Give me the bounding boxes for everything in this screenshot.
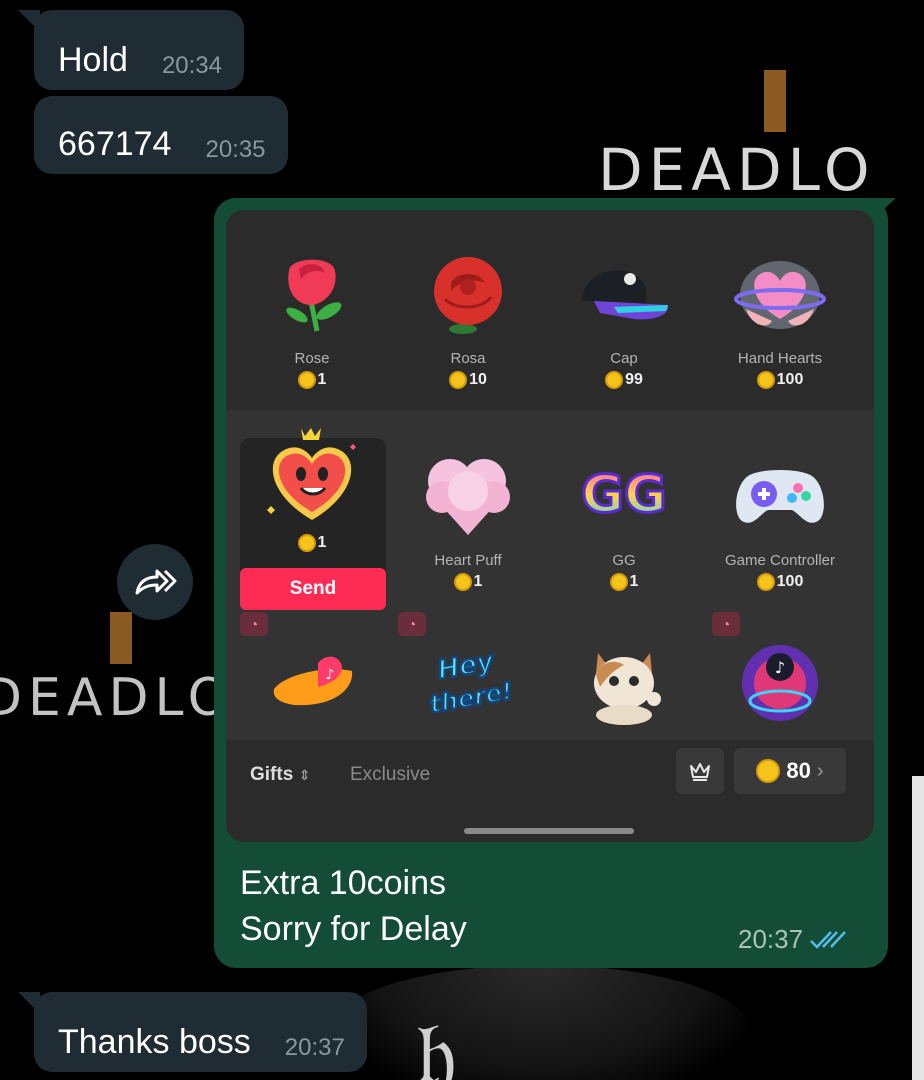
gift-hand-hearts[interactable]: Hand Hearts 100: [702, 244, 858, 394]
gift-rose[interactable]: Rose 1: [234, 244, 390, 394]
gift-row3-3[interactable]: [546, 630, 702, 730]
coin-balance: 80: [786, 758, 811, 783]
incoming-message[interactable]: Hold 20:34: [34, 10, 244, 90]
wallpaper-logo: DEADLO: [598, 136, 876, 204]
gift-panel-bottom-bar: Gifts ⇕ Exclusive 80 ›: [226, 740, 874, 818]
coin-icon: [756, 759, 781, 783]
rosa-icon: [434, 257, 502, 334]
gift-name: GG: [612, 552, 636, 569]
wallpaper-bar: [110, 612, 132, 664]
hand-hearts-icon: [734, 261, 826, 329]
message-caption: Extra 10coins Sorry for Delay: [240, 860, 467, 952]
gift-price: 1: [297, 534, 326, 552]
cap-icon: [582, 270, 669, 320]
gift-name: Cap: [610, 350, 638, 367]
send-button[interactable]: Send: [240, 568, 386, 610]
coin-balance-button[interactable]: 80 ›: [734, 748, 846, 794]
caption-line: Extra 10coins: [240, 864, 446, 902]
tab-gifts[interactable]: Gifts ⇕: [250, 764, 310, 786]
gift-row3-1[interactable]: ♪: [234, 630, 390, 730]
gift-rosa[interactable]: Rosa 10: [390, 244, 546, 394]
gift-price: 1: [453, 573, 482, 591]
message-meta: 20:37: [738, 924, 847, 955]
heart-puff-icon: [426, 459, 510, 535]
wallpaper-bar: [764, 70, 786, 132]
drag-handle[interactable]: [464, 828, 634, 834]
caption-line: Sorry for Delay: [240, 910, 467, 948]
wallpaper-edge: [912, 776, 924, 1080]
gift-name: Heart Puff: [434, 552, 502, 569]
incoming-message[interactable]: Thanks boss 20:37: [34, 992, 367, 1072]
gift-price: 10: [449, 371, 487, 389]
outgoing-message[interactable]: Rose 1 Rosa 10 Cap 99 Hand Hearts 100 1 …: [214, 198, 888, 968]
gift-price: 99: [605, 371, 643, 389]
gift-game-controller[interactable]: Game Controller 100: [702, 446, 858, 596]
gift-row3-2[interactable]: Hey there!: [390, 630, 546, 730]
rose-icon: [286, 259, 342, 332]
gift-cap[interactable]: Cap 99: [546, 244, 702, 394]
forward-button[interactable]: [117, 544, 193, 620]
double-check-icon: [810, 930, 846, 949]
gift-heart-me[interactable]: 1: [234, 422, 390, 557]
message-time: 20:37: [284, 1034, 345, 1061]
coin-icon: [297, 534, 316, 552]
gift-name: Rose: [294, 350, 330, 367]
coin-icon: [609, 573, 628, 591]
tiktok-disco-icon: ♪: [742, 645, 818, 721]
tab-exclusive[interactable]: Exclusive: [350, 764, 430, 786]
gift-panel-screenshot[interactable]: Rose 1 Rosa 10 Cap 99 Hand Hearts 100 1 …: [226, 210, 874, 842]
gift-row3-4[interactable]: ♪: [702, 630, 858, 730]
coin-icon: [453, 573, 472, 591]
gift-gg[interactable]: GG GG 1: [546, 446, 702, 596]
gift-price: 100: [756, 573, 803, 591]
gift-name: Rosa: [450, 350, 486, 367]
sort-icon: ⇕: [298, 767, 311, 783]
message-text: Thanks boss: [58, 1023, 251, 1061]
gift-price: 100: [756, 371, 803, 389]
chevron-right-icon: ›: [816, 759, 824, 782]
message-text: Hold: [58, 41, 128, 79]
hey-there-icon: Hey there!: [426, 645, 516, 720]
gift-name: Game Controller: [724, 552, 836, 569]
message-text: 667174: [58, 125, 172, 163]
wallpaper-figure: [330, 965, 750, 1080]
coin-icon: [449, 371, 468, 389]
wallpaper-mark: 𝔥: [416, 1002, 457, 1080]
message-time: 20:35: [205, 136, 266, 163]
svg-text:♪: ♪: [775, 658, 785, 677]
game-controller-icon: [736, 470, 824, 523]
gift-price: 1: [297, 371, 326, 389]
gift-heart-puff[interactable]: Heart Puff 1: [390, 446, 546, 596]
message-time: 20:34: [161, 52, 222, 79]
wallpaper-logo: DEADLO: [0, 668, 235, 728]
forward-icon: [135, 569, 177, 595]
coin-icon: [297, 371, 316, 389]
message-time: 20:37: [738, 924, 804, 954]
svg-text:GG: GG: [581, 465, 666, 525]
gift-name: Hand Hearts: [737, 350, 823, 367]
crown-icon: [690, 763, 710, 781]
coin-icon: [756, 371, 775, 389]
svg-text:♪: ♪: [326, 667, 335, 683]
incoming-message[interactable]: 667174 20:35: [34, 96, 288, 174]
gift-price: 1: [609, 573, 638, 591]
heart-me-icon: [267, 428, 356, 520]
crown-button[interactable]: [676, 748, 724, 794]
tiktok-hand-icon: ♪: [273, 656, 353, 706]
gg-icon: GG: [580, 464, 668, 527]
coin-icon: [605, 371, 624, 389]
cat-icon: [594, 653, 661, 725]
coin-icon: [756, 573, 775, 591]
